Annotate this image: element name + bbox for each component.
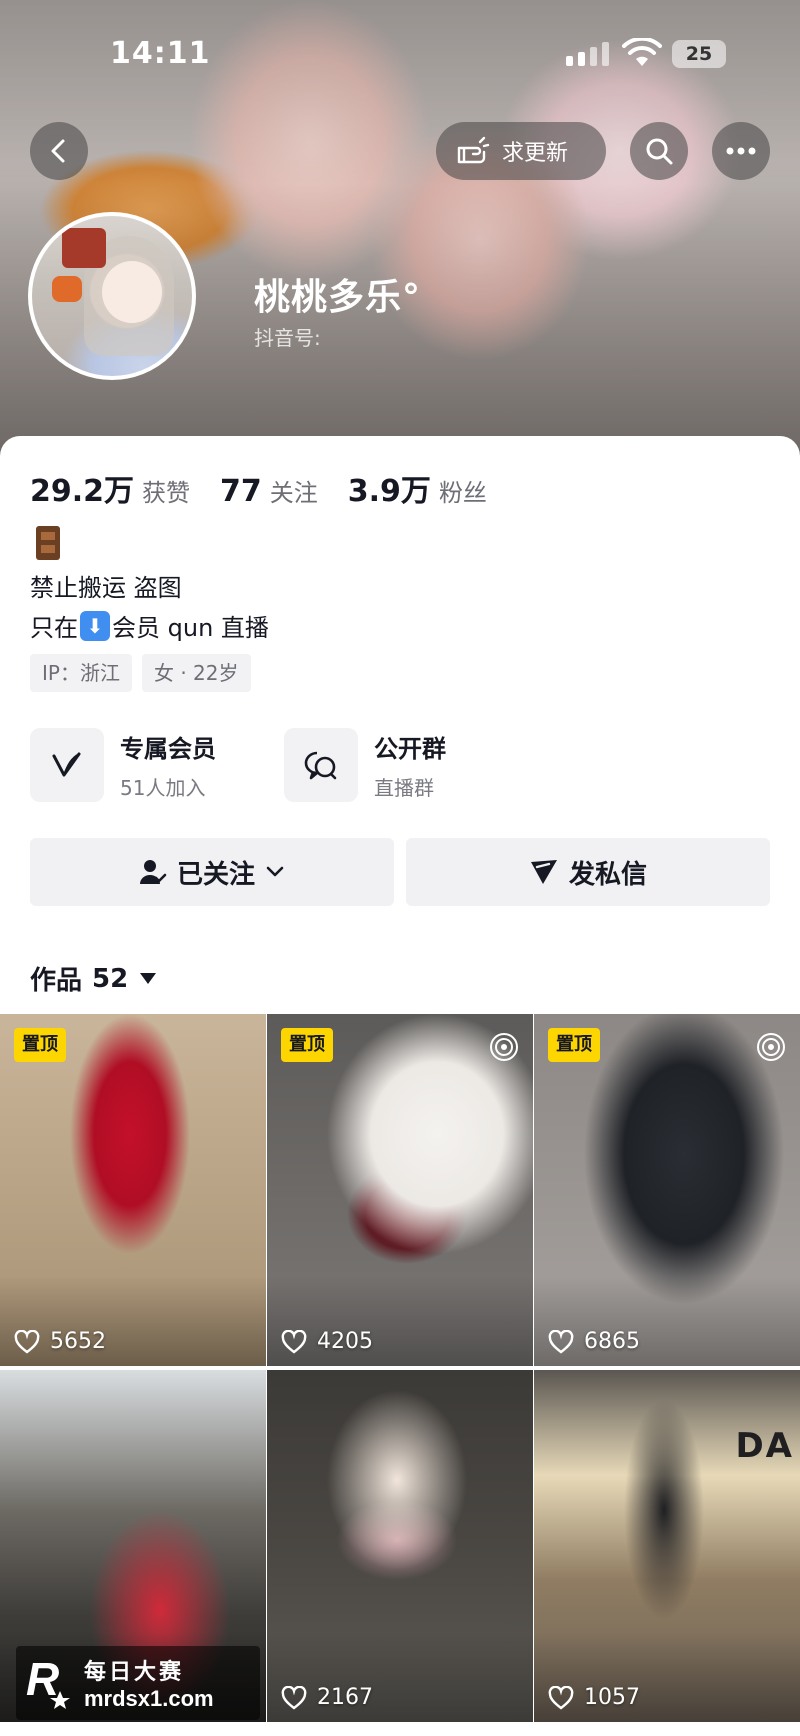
stat-value: 29.2万 bbox=[30, 474, 135, 509]
door-emoji-icon bbox=[36, 526, 60, 560]
exclusive-membership-entry[interactable]: 专属会员 51人加入 bbox=[30, 728, 216, 802]
video-thumbnail[interactable]: DA 1057 bbox=[534, 1370, 800, 1722]
heart-icon bbox=[281, 1329, 307, 1354]
stats-row: 29.2万 获赞 77 关注 3.9万 粉丝 bbox=[30, 466, 517, 510]
group-chat-icon bbox=[304, 751, 337, 780]
heart-icon bbox=[548, 1685, 574, 1710]
vip-icon-box bbox=[30, 728, 104, 802]
status-time: 14:11 bbox=[110, 36, 211, 71]
live-icon bbox=[757, 1033, 785, 1061]
video-grid: 置顶 5652 置顶 4205 置顶 6865 2167 DA 1057 bbox=[0, 1014, 800, 1722]
following-button[interactable]: 已关注 bbox=[30, 838, 394, 906]
cellular-signal-icon bbox=[566, 42, 610, 66]
heart-icon bbox=[14, 1329, 40, 1354]
svg-text:R: R bbox=[26, 1653, 59, 1705]
battery-indicator: 25 bbox=[672, 40, 726, 68]
like-count-value: 4205 bbox=[317, 1329, 373, 1354]
avatar[interactable] bbox=[28, 212, 196, 380]
send-message-button[interactable]: 发私信 bbox=[406, 838, 770, 906]
video-thumbnail[interactable]: 置顶 6865 bbox=[534, 1014, 800, 1366]
site-watermark: R 每日大赛 mrdsx1.com bbox=[16, 1646, 260, 1720]
thumbnail-sign-text: DA bbox=[735, 1426, 794, 1466]
like-count: 5652 bbox=[14, 1329, 106, 1354]
like-count: 2167 bbox=[281, 1685, 373, 1710]
wifi-icon bbox=[622, 38, 662, 66]
down-arrow-emoji-icon: ⬇ bbox=[80, 610, 110, 641]
profile-tags: IP：浙江 女 · 22岁 bbox=[30, 654, 261, 692]
pinned-badge: 置顶 bbox=[281, 1028, 333, 1062]
send-message-label: 发私信 bbox=[568, 859, 647, 890]
nickname: 桃桃多乐° bbox=[254, 277, 422, 318]
more-button[interactable] bbox=[712, 122, 770, 180]
stat-value: 77 bbox=[220, 474, 262, 509]
watermark-url: mrdsx1.com bbox=[84, 1686, 214, 1711]
more-icon bbox=[726, 147, 756, 155]
douyin-id[interactable]: 抖音号: bbox=[254, 322, 321, 351]
like-count-value: 5652 bbox=[50, 1329, 106, 1354]
stat-likes[interactable]: 29.2万 获赞 bbox=[30, 466, 190, 510]
group-title: 公开群 bbox=[374, 735, 446, 763]
vip-v-icon bbox=[52, 752, 81, 777]
stat-label: 粉丝 bbox=[438, 479, 487, 507]
profile-banner: 14:11 25 求更新 桃桃多乐° 抖音号: bbox=[0, 0, 800, 460]
group-subtitle: 直播群 bbox=[374, 776, 434, 800]
status-bar: 14:11 25 bbox=[0, 0, 800, 110]
pinned-badge: 置顶 bbox=[14, 1028, 66, 1062]
bio-line-2-prefix: 只在 bbox=[30, 614, 78, 642]
search-button[interactable] bbox=[630, 122, 688, 180]
video-thumbnail[interactable]: 2167 bbox=[267, 1370, 533, 1722]
stat-following[interactable]: 77 关注 bbox=[220, 473, 318, 509]
like-count-value: 6865 bbox=[584, 1329, 640, 1354]
chevron-down-icon bbox=[266, 866, 284, 877]
stat-value: 3.9万 bbox=[347, 474, 431, 509]
bio-line-2: 只在 ⬇ 会员 qun 直播 bbox=[30, 608, 269, 643]
back-button[interactable] bbox=[30, 122, 88, 180]
bio-line-2-suffix: 会员 qun 直播 bbox=[112, 614, 269, 642]
live-icon bbox=[490, 1033, 518, 1061]
stat-label: 获赞 bbox=[142, 479, 191, 507]
ip-location-tag: IP：浙江 bbox=[30, 654, 132, 692]
pinned-badge: 置顶 bbox=[548, 1028, 600, 1062]
hand-point-icon bbox=[457, 136, 490, 164]
vip-subtitle: 51人加入 bbox=[120, 776, 206, 800]
heart-icon bbox=[548, 1329, 574, 1354]
request-update-button[interactable]: 求更新 bbox=[436, 122, 606, 180]
heart-icon bbox=[281, 1685, 307, 1710]
like-count: 1057 bbox=[548, 1685, 640, 1710]
public-group-entry[interactable]: 公开群 直播群 bbox=[284, 728, 446, 802]
works-tab[interactable]: 作品 52 bbox=[30, 960, 157, 997]
watermark-logo: R bbox=[22, 1653, 78, 1713]
like-count-value: 1057 bbox=[584, 1685, 640, 1710]
send-icon bbox=[530, 860, 557, 884]
like-count: 4205 bbox=[281, 1329, 373, 1354]
bio-line-1: 禁止搬运 盗图 bbox=[30, 574, 182, 602]
following-label: 已关注 bbox=[176, 859, 255, 890]
video-thumbnail[interactable]: 置顶 5652 bbox=[0, 1014, 266, 1366]
works-count: 52 bbox=[92, 963, 129, 994]
gender-age-tag: 女 · 22岁 bbox=[141, 654, 251, 692]
video-thumbnail[interactable]: 置顶 4205 bbox=[267, 1014, 533, 1366]
group-icon-box bbox=[284, 728, 358, 802]
search-icon bbox=[646, 138, 673, 165]
like-count: 6865 bbox=[548, 1329, 640, 1354]
request-update-label: 求更新 bbox=[502, 141, 569, 166]
back-icon bbox=[51, 139, 65, 163]
caret-down-icon bbox=[140, 973, 157, 984]
stat-label: 关注 bbox=[269, 479, 318, 507]
watermark-title: 每日大赛 bbox=[84, 1660, 185, 1685]
vip-title: 专属会员 bbox=[120, 735, 216, 763]
stat-followers[interactable]: 3.9万 粉丝 bbox=[348, 466, 487, 510]
like-count-value: 2167 bbox=[317, 1685, 373, 1710]
user-check-icon bbox=[139, 860, 167, 884]
works-label: 作品 bbox=[30, 966, 83, 996]
